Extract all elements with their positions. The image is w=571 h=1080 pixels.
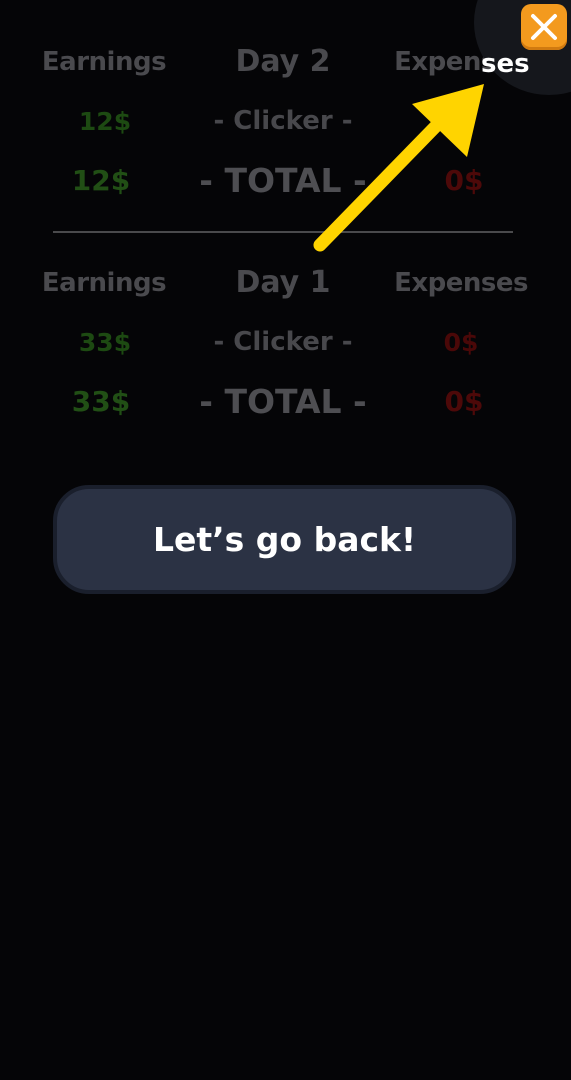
day1-expenses-header: Expenses <box>394 268 528 298</box>
day1-total-expenses: 0$ <box>444 385 484 418</box>
lets-go-back-button[interactable]: Let’s go back! <box>53 485 516 594</box>
day1-clicker-label: - Clicker - <box>213 327 353 357</box>
daily-report-screen: Earnings Day 2 Expenses 12$ - Clicker - … <box>0 0 571 1080</box>
day1-clicker-expenses: 0$ <box>443 328 479 357</box>
day1-title: Day 1 <box>235 265 331 300</box>
day1-total-earnings: 33$ <box>71 385 131 418</box>
tutorial-arrow-icon <box>313 84 484 252</box>
day1-total-label: - TOTAL - <box>199 382 367 421</box>
day1-clicker-earnings: 33$ <box>78 328 132 357</box>
back-button-label: Let’s go back! <box>152 520 417 559</box>
day1-earnings-header: Earnings <box>41 268 167 298</box>
